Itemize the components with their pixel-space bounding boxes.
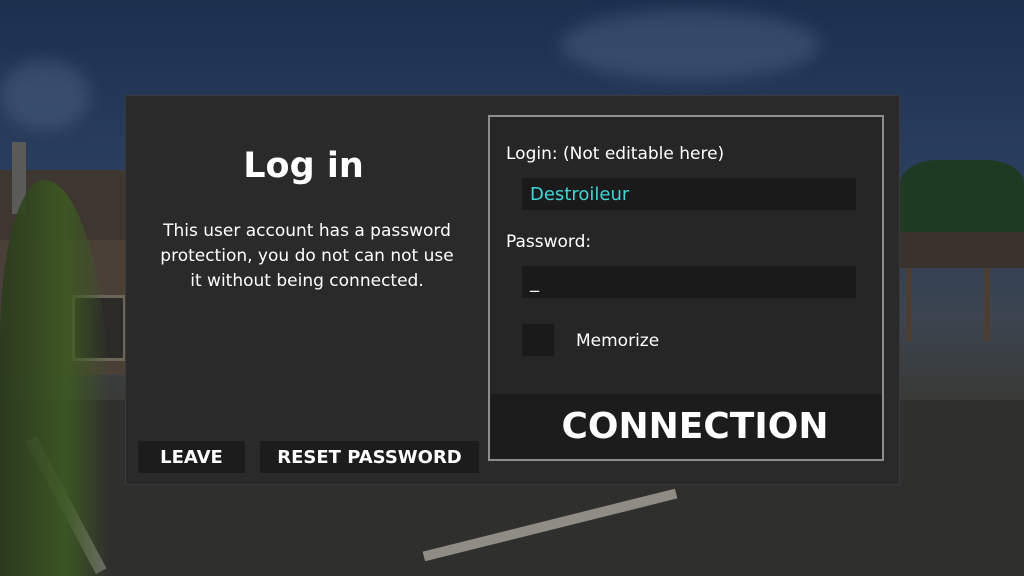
background-shed-post	[984, 268, 990, 342]
password-label: Password:	[506, 232, 592, 252]
login-dialog: Log in This user account has a password …	[125, 95, 900, 485]
memorize-label[interactable]: Memorize	[576, 331, 659, 351]
reset-password-button[interactable]: RESET PASSWORD	[260, 441, 479, 473]
login-label: Login: (Not editable here)	[506, 144, 725, 164]
dialog-message: This user account has a password protect…	[160, 221, 454, 291]
memorize-checkbox[interactable]	[522, 324, 554, 356]
password-field[interactable]: _	[522, 266, 856, 298]
background-cloud	[0, 60, 90, 130]
background-cloud	[560, 10, 820, 80]
leave-button[interactable]: LEAVE	[138, 441, 245, 473]
dialog-title: Log in	[243, 146, 364, 186]
login-form-panel: Login: (Not editable here) Destroileur P…	[488, 115, 884, 461]
background-shed	[900, 232, 1024, 342]
background-shed-post	[906, 268, 912, 342]
background-shed-roof	[900, 232, 1024, 268]
login-field: Destroileur	[522, 178, 856, 210]
background-forest	[900, 160, 1024, 240]
connection-button[interactable]: CONNECTION	[490, 394, 882, 459]
